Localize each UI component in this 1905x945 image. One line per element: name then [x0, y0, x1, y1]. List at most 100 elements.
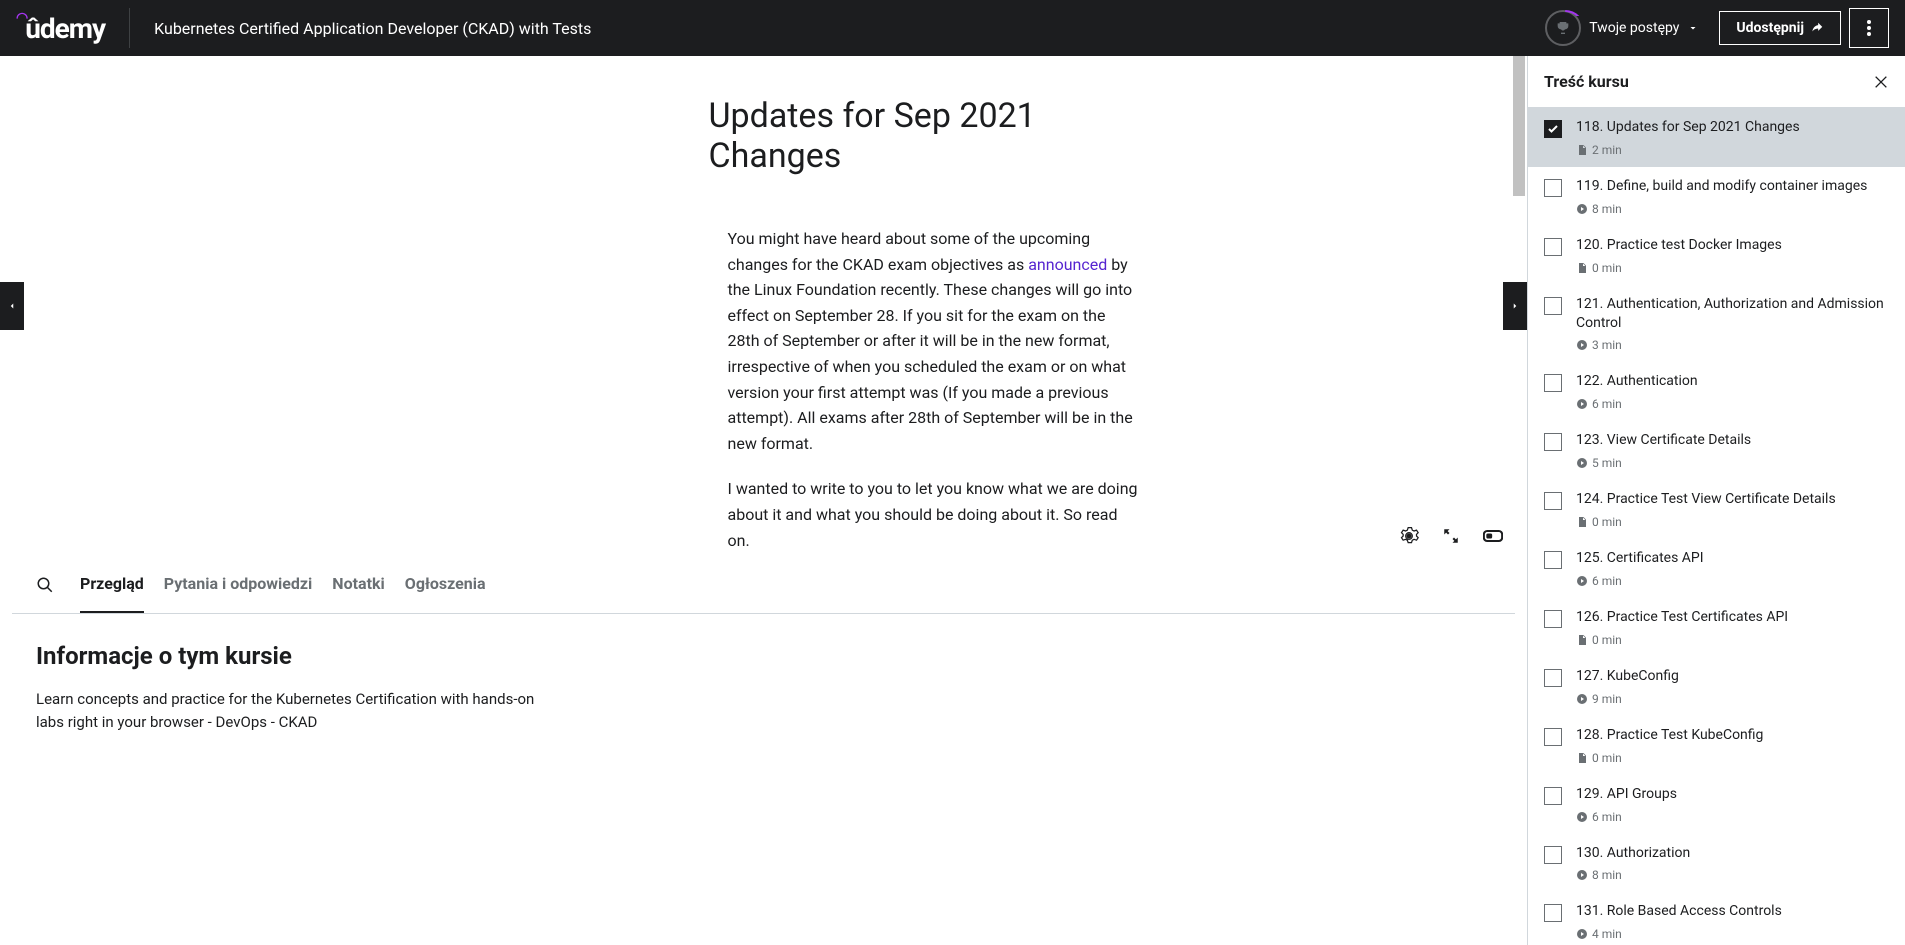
lecture-body: 118. Updates for Sep 2021 Changes2 min — [1576, 118, 1889, 157]
share-label: Udostępnij — [1736, 20, 1804, 36]
app-header: ◠ ûdemy Kubernetes Certified Application… — [0, 0, 1905, 56]
settings-button[interactable] — [1399, 526, 1419, 546]
main-layout: Updates for Sep 2021 Changes You might h… — [0, 56, 1905, 945]
about-title: Informacje o tym kursie — [36, 642, 1491, 670]
sidebar-item[interactable]: 120. Practice test Docker Images 0 min — [1528, 226, 1905, 285]
lecture-checkbox[interactable] — [1544, 238, 1562, 256]
tab-announcements[interactable]: Ogłoszenia — [405, 556, 486, 613]
lecture-meta: 2 min — [1576, 143, 1889, 157]
lecture-checkbox[interactable] — [1544, 551, 1562, 569]
sidebar-item[interactable]: 129. API Groups 6 min — [1528, 775, 1905, 834]
sidebar-item[interactable]: 121. Authentication, Authorization and A… — [1528, 285, 1905, 363]
sidebar-item[interactable]: 119. Define, build and modify container … — [1528, 167, 1905, 226]
lecture-checkbox[interactable] — [1544, 120, 1562, 138]
lecture-label: 119. Define, build and modify container … — [1576, 177, 1889, 196]
lecture-toolbar — [1375, 516, 1527, 556]
tab-search-button[interactable] — [36, 558, 60, 612]
fullscreen-button[interactable] — [1441, 526, 1461, 546]
lecture-meta: 0 min — [1576, 751, 1889, 765]
lecture-label: 124. Practice Test View Certificate Deta… — [1576, 490, 1889, 509]
lecture-body: You might have heard about some of the u… — [728, 226, 1138, 556]
share-button[interactable]: Udostępnij — [1719, 11, 1841, 45]
lecture-body: 128. Practice Test KubeConfig 0 min — [1576, 726, 1889, 765]
trophy-icon — [1545, 10, 1581, 46]
more-button[interactable] — [1849, 8, 1889, 48]
lecture-checkbox[interactable] — [1544, 846, 1562, 864]
tabs-row: Przegląd Pytania i odpowiedzi Notatki Og… — [36, 556, 1491, 613]
lecture-body: 120. Practice test Docker Images 0 min — [1576, 236, 1889, 275]
sidebar-item[interactable]: 128. Practice Test KubeConfig 0 min — [1528, 716, 1905, 775]
lecture-body: 122. Authentication 6 min — [1576, 372, 1889, 411]
lecture-checkbox[interactable] — [1544, 669, 1562, 687]
course-title[interactable]: Kubernetes Certified Application Develop… — [154, 19, 1533, 38]
lecture-body: 129. API Groups 6 min — [1576, 785, 1889, 824]
header-actions: Twoje postępy Udostępnij — [1533, 2, 1889, 54]
progress-button[interactable]: Twoje postępy — [1533, 2, 1711, 54]
lecture-meta: 4 min — [1576, 927, 1889, 941]
lecture-meta: 8 min — [1576, 868, 1889, 882]
close-sidebar-button[interactable] — [1873, 74, 1889, 90]
lecture-checkbox[interactable] — [1544, 433, 1562, 451]
sidebar-item[interactable]: 130. Authorization 8 min — [1528, 834, 1905, 893]
sidebar-item[interactable]: 126. Practice Test Certificates API 0 min — [1528, 598, 1905, 657]
lecture-checkbox[interactable] — [1544, 492, 1562, 510]
lecture-checkbox[interactable] — [1544, 904, 1562, 922]
lecture-meta: 6 min — [1576, 574, 1889, 588]
lecture-label: 120. Practice test Docker Images — [1576, 236, 1889, 255]
sidebar-item[interactable]: 123. View Certificate Details 5 min — [1528, 421, 1905, 480]
lecture-checkbox[interactable] — [1544, 610, 1562, 628]
chevron-left-icon — [7, 298, 17, 314]
course-sidebar: Treść kursu 118. Updates for Sep 2021 Ch… — [1527, 56, 1905, 945]
share-icon — [1810, 21, 1824, 35]
lecture-label: 125. Certificates API — [1576, 549, 1889, 568]
lecture-paragraph: I wanted to write to you to let you know… — [728, 476, 1138, 553]
sidebar-item[interactable]: 124. Practice Test View Certificate Deta… — [1528, 480, 1905, 539]
lecture-meta: 6 min — [1576, 397, 1889, 411]
lecture-checkbox[interactable] — [1544, 374, 1562, 392]
lecture-label: 129. API Groups — [1576, 785, 1889, 804]
next-lecture-button[interactable] — [1503, 282, 1527, 330]
lecture-paragraph: You might have heard about some of the u… — [728, 226, 1138, 456]
about-description: Learn concepts and practice for the Kube… — [36, 688, 556, 733]
gear-icon — [1399, 526, 1419, 546]
lecture-label: 126. Practice Test Certificates API — [1576, 608, 1889, 627]
lecture-body: 119. Define, build and modify container … — [1576, 177, 1889, 216]
lecture-meta: 0 min — [1576, 261, 1889, 275]
sidebar-item[interactable]: 118. Updates for Sep 2021 Changes2 min — [1528, 108, 1905, 167]
lecture-body: 124. Practice Test View Certificate Deta… — [1576, 490, 1889, 529]
lecture-meta: 9 min — [1576, 692, 1889, 706]
tab-qa[interactable]: Pytania i odpowiedzi — [164, 556, 313, 613]
expand-icon — [1442, 527, 1460, 545]
link-icon — [1483, 529, 1503, 543]
lecture-meta: 0 min — [1576, 515, 1889, 529]
lecture-checkbox[interactable] — [1544, 179, 1562, 197]
lecture-meta: 5 min — [1576, 456, 1889, 470]
tab-notes[interactable]: Notatki — [332, 556, 385, 613]
sidebar-item[interactable]: 122. Authentication 6 min — [1528, 362, 1905, 421]
lecture-label: 123. View Certificate Details — [1576, 431, 1889, 450]
lecture-meta: 6 min — [1576, 810, 1889, 824]
sidebar-header: Treść kursu — [1528, 56, 1905, 108]
announced-link[interactable]: announced — [1028, 255, 1107, 274]
lecture-label: 122. Authentication — [1576, 372, 1889, 391]
sidebar-list[interactable]: 118. Updates for Sep 2021 Changes2 min 11… — [1528, 108, 1905, 945]
lecture-checkbox[interactable] — [1544, 787, 1562, 805]
tab-overview[interactable]: Przegląd — [80, 556, 144, 613]
prev-lecture-button[interactable] — [0, 282, 24, 330]
logo-text: ûdemy — [25, 12, 105, 45]
lecture-checkbox[interactable] — [1544, 297, 1562, 315]
lecture-label: 130. Authorization — [1576, 844, 1889, 863]
search-icon — [36, 576, 54, 594]
vertical-dots-icon — [1867, 20, 1871, 36]
progress-label: Twoje postępy — [1589, 20, 1679, 36]
lecture-meta: 0 min — [1576, 633, 1889, 647]
new-window-button[interactable] — [1483, 526, 1503, 546]
content-column: Updates for Sep 2021 Changes You might h… — [0, 56, 1527, 945]
close-icon — [1873, 74, 1889, 90]
lecture-label: 128. Practice Test KubeConfig — [1576, 726, 1889, 745]
udemy-logo[interactable]: ◠ ûdemy — [16, 12, 105, 45]
sidebar-item[interactable]: 127. KubeConfig9 min — [1528, 657, 1905, 716]
sidebar-item[interactable]: 125. Certificates API 6 min — [1528, 539, 1905, 598]
lecture-checkbox[interactable] — [1544, 728, 1562, 746]
sidebar-item[interactable]: 131. Role Based Access Controls4 min — [1528, 892, 1905, 945]
